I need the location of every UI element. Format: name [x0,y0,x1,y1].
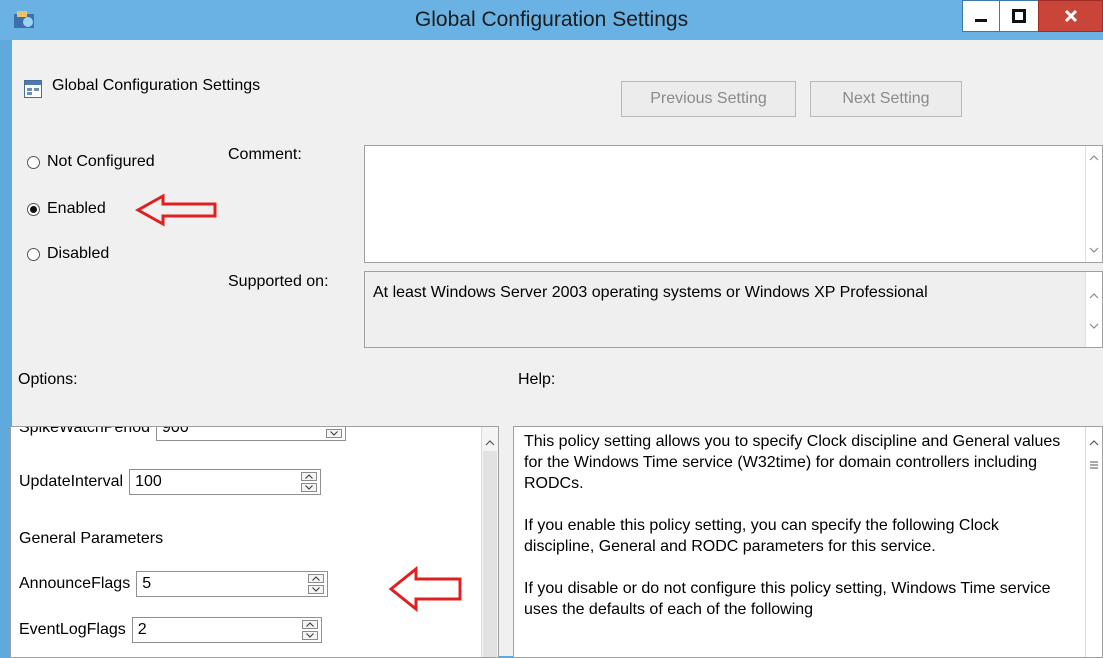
supported-on-text: At least Windows Server 2003 operating s… [373,284,928,301]
previous-setting-button[interactable]: Previous Setting [621,81,796,117]
spin-buttons[interactable] [301,472,318,492]
general-parameters-heading: General Parameters [19,530,164,547]
help-scrollbar[interactable] [1085,427,1102,657]
comment-label: Comment: [228,146,302,163]
annotation-arrow-icon [135,193,217,227]
spin-buttons[interactable] [308,574,325,594]
option-value: 900 [162,426,189,436]
scroll-up-icon[interactable] [1086,288,1102,304]
spin-up-icon[interactable] [326,426,342,427]
announceflags-input[interactable]: 5 [136,571,329,597]
option-announceflags: AnnounceFlags 5 [19,571,329,597]
supported-on-field: At least Windows Server 2003 operating s… [364,271,1103,348]
option-updateinterval: UpdateInterval 100 [19,469,322,495]
spin-down-icon[interactable] [326,429,343,438]
comment-scrollbar[interactable] [1085,146,1102,262]
options-scrollbar[interactable] [481,427,498,657]
supported-on-label: Supported on: [228,273,329,290]
options-label: Options: [18,371,78,388]
scroll-down-icon[interactable] [1086,242,1102,258]
scroll-up-icon[interactable] [1086,150,1102,166]
option-name: UpdateInterval [19,473,124,490]
scroll-down-icon[interactable] [1086,318,1102,334]
annotation-arrow-icon [388,566,462,612]
spin-up-icon[interactable] [301,472,318,481]
help-paragraph: If you disable or do not configure this … [524,580,1051,618]
spin-buttons[interactable] [326,426,343,438]
title-bar[interactable]: Global Configuration Settings [0,0,1103,40]
spin-buttons[interactable] [301,620,318,640]
radio-circle[interactable] [27,202,40,216]
supported-scrollbar[interactable] [1085,272,1102,347]
scroll-up-icon[interactable] [482,435,498,451]
radio-enabled[interactable]: Enabled [27,200,106,218]
help-text: This policy setting allows you to specif… [524,431,1069,641]
maximize-icon [1012,9,1026,23]
next-setting-button[interactable]: Next Setting [810,81,962,117]
option-value: 5 [142,575,152,592]
setting-title: Global Configuration Settings [52,77,261,94]
help-paragraph: This policy setting allows you to specif… [524,433,1061,492]
spin-down-icon[interactable] [301,483,318,492]
option-value: 2 [137,621,147,638]
option-spikewatchperiod: SpikeWatchPeriod 900 [19,426,347,441]
window-title: Global Configuration Settings [414,8,689,31]
minimize-icon [975,19,987,22]
radio-label: Not Configured [47,153,155,170]
close-icon [1064,9,1077,23]
option-name: EventLogFlags [19,621,126,638]
radio-disabled[interactable]: Disabled [27,245,109,263]
comment-textarea[interactable] [364,145,1103,263]
policy-setting-icon [24,80,42,98]
updateinterval-input[interactable]: 100 [129,469,322,495]
radio-label: Enabled [47,200,106,217]
spin-down-icon[interactable] [301,631,318,640]
option-eventlogflags: EventLogFlags 2 [19,617,322,643]
option-value: 100 [135,473,162,490]
scrollbar-thumb[interactable] [483,451,497,657]
radio-circle[interactable] [27,155,40,169]
spin-up-icon[interactable] [301,620,318,629]
options-panel[interactable]: SpikeWatchPeriod 900 UpdateInterval 100 … [10,426,499,658]
option-name: AnnounceFlags [19,575,131,592]
minimize-button[interactable] [962,0,1000,32]
spin-down-icon[interactable] [308,585,325,594]
radio-not-configured[interactable]: Not Configured [27,153,155,171]
option-name: SpikeWatchPeriod [19,426,151,436]
radio-circle[interactable] [27,247,40,261]
scroll-grip-icon[interactable] [1087,455,1101,475]
eventlogflags-input[interactable]: 2 [131,617,322,643]
dialog-body: Global Configuration Settings Previous S… [10,40,1103,658]
close-button[interactable] [1038,0,1103,32]
maximize-button[interactable] [999,0,1039,32]
spikewatchperiod-input[interactable]: 900 [156,426,347,441]
spin-up-icon[interactable] [308,574,325,583]
help-panel: This policy setting allows you to specif… [513,426,1103,658]
radio-label: Disabled [47,245,110,262]
scroll-up-icon[interactable] [1086,435,1102,451]
help-label: Help: [518,371,556,388]
help-paragraph: If you enable this policy setting, you c… [524,517,999,555]
